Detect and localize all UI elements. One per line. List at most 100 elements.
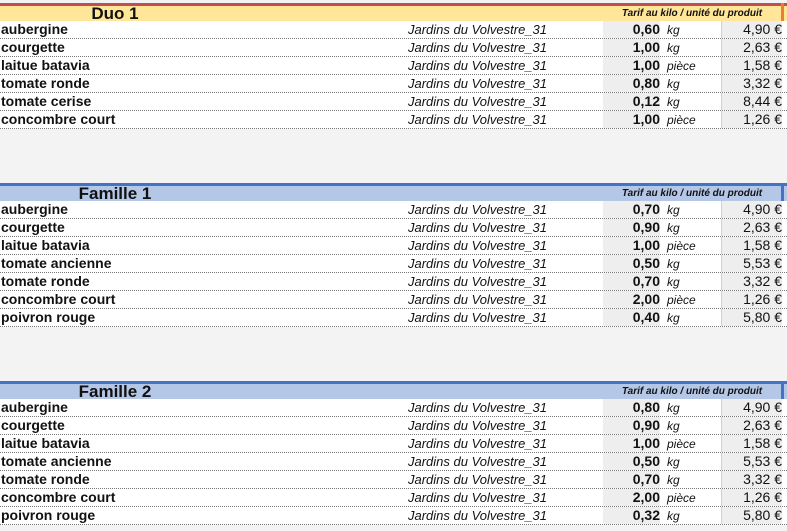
quantity-cell[interactable]: 0,90 xyxy=(603,219,660,236)
quantity-cell[interactable]: 0,80 xyxy=(603,399,660,416)
product-name: courgette xyxy=(1,417,65,433)
producer-name: Jardins du Volvestre_31 xyxy=(408,202,547,217)
quantity-cell[interactable]: 0,50 xyxy=(603,453,660,470)
quantity-cell[interactable]: 0,32 xyxy=(603,507,660,524)
producer-name: Jardins du Volvestre_31 xyxy=(408,220,547,235)
table-row[interactable]: tomate ronde Jardins du Volvestre_31 0,7… xyxy=(0,273,787,291)
table-row[interactable]: courgette Jardins du Volvestre_31 0,90 k… xyxy=(0,417,787,435)
price-cell: 5,53 € xyxy=(721,255,782,272)
section-header[interactable]: Duo 1 Tarif au kilo / unité du produit xyxy=(0,3,787,23)
table-row[interactable]: courgette Jardins du Volvestre_31 1,00 k… xyxy=(0,39,787,57)
product-name: laitue batavia xyxy=(1,57,90,73)
price-cell: 4,90 € xyxy=(721,399,782,416)
unit-label: kg xyxy=(667,509,680,523)
unit-label: pièce xyxy=(667,491,696,505)
table-row[interactable]: poivron rouge Jardins du Volvestre_31 0,… xyxy=(0,507,787,525)
quantity-cell[interactable]: 0,12 xyxy=(603,93,660,110)
quantity-cell[interactable]: 0,50 xyxy=(603,255,660,272)
producer-name: Jardins du Volvestre_31 xyxy=(408,112,547,127)
table-row[interactable]: concombre court Jardins du Volvestre_31 … xyxy=(0,291,787,309)
producer-name: Jardins du Volvestre_31 xyxy=(408,76,547,91)
quantity-cell[interactable]: 0,90 xyxy=(603,417,660,434)
quantity-cell[interactable]: 0,60 xyxy=(603,21,660,38)
unit-label: pièce xyxy=(667,293,696,307)
producer-name: Jardins du Volvestre_31 xyxy=(408,310,547,325)
section-title: Famille 1 xyxy=(78,184,152,203)
unit-label: kg xyxy=(667,401,680,415)
table-row[interactable]: courgette Jardins du Volvestre_31 0,90 k… xyxy=(0,219,787,237)
price-cell: 1,26 € xyxy=(721,111,782,128)
product-name: courgette xyxy=(1,219,65,235)
unit-label: kg xyxy=(667,257,680,271)
quantity-cell[interactable]: 1,00 xyxy=(603,237,660,254)
price-cell: 3,32 € xyxy=(721,273,782,290)
tarif-label: Tarif au kilo / unité du produit xyxy=(621,188,763,199)
table-row[interactable]: tomate cerise Jardins du Volvestre_31 0,… xyxy=(0,93,787,111)
producer-name: Jardins du Volvestre_31 xyxy=(408,508,547,523)
section-title: Duo 1 xyxy=(91,4,139,23)
price-cell: 1,58 € xyxy=(721,57,782,74)
section-duo-1: Duo 1 Tarif au kilo / unité du produit a… xyxy=(0,3,787,129)
producer-name: Jardins du Volvestre_31 xyxy=(408,400,547,415)
table-row[interactable]: poivron rouge Jardins du Volvestre_31 0,… xyxy=(0,309,787,327)
quantity-cell[interactable]: 2,00 xyxy=(603,291,660,308)
price-cell: 2,63 € xyxy=(721,417,782,434)
unit-label: kg xyxy=(667,23,680,37)
table-row[interactable]: concombre court Jardins du Volvestre_31 … xyxy=(0,111,787,129)
table-row[interactable]: tomate ronde Jardins du Volvestre_31 0,8… xyxy=(0,75,787,93)
quantity-cell[interactable]: 1,00 xyxy=(603,57,660,74)
table-row[interactable]: laitue batavia Jardins du Volvestre_31 1… xyxy=(0,237,787,255)
unit-label: kg xyxy=(667,95,680,109)
product-name: tomate ronde xyxy=(1,75,90,91)
product-name: poivron rouge xyxy=(1,507,96,523)
quantity-cell[interactable]: 0,80 xyxy=(603,75,660,92)
table-row[interactable]: laitue batavia Jardins du Volvestre_31 1… xyxy=(0,435,787,453)
unit-label: kg xyxy=(667,455,680,469)
table-row[interactable]: tomate ancienne Jardins du Volvestre_31 … xyxy=(0,255,787,273)
table-row[interactable]: concombre court Jardins du Volvestre_31 … xyxy=(0,489,787,507)
section-header[interactable]: Famille 2 Tarif au kilo / unité du produ… xyxy=(0,381,787,400)
unit-label: kg xyxy=(667,419,680,433)
producer-name: Jardins du Volvestre_31 xyxy=(408,436,547,451)
table-row[interactable]: aubergine Jardins du Volvestre_31 0,80 k… xyxy=(0,399,787,417)
quantity-cell[interactable]: 0,70 xyxy=(603,471,660,488)
quantity-cell[interactable]: 0,40 xyxy=(603,309,660,326)
producer-name: Jardins du Volvestre_31 xyxy=(408,94,547,109)
product-name: tomate ancienne xyxy=(1,453,112,469)
table-row[interactable]: tomate ronde Jardins du Volvestre_31 0,7… xyxy=(0,471,787,489)
quantity-cell[interactable]: 0,70 xyxy=(603,201,660,218)
quantity-cell[interactable]: 1,00 xyxy=(603,111,660,128)
product-name: courgette xyxy=(1,39,65,55)
product-name: tomate ronde xyxy=(1,471,90,487)
product-name: aubergine xyxy=(1,201,68,217)
table-row[interactable]: tomate ancienne Jardins du Volvestre_31 … xyxy=(0,453,787,471)
table-row[interactable]: laitue batavia Jardins du Volvestre_31 1… xyxy=(0,57,787,75)
unit-label: kg xyxy=(667,311,680,325)
tarif-label: Tarif au kilo / unité du produit xyxy=(621,8,763,19)
product-name: concombre court xyxy=(1,489,116,505)
quantity-cell[interactable]: 0,70 xyxy=(603,273,660,290)
product-name: tomate ronde xyxy=(1,273,90,289)
quantity-cell[interactable]: 1,00 xyxy=(603,39,660,56)
product-name: laitue batavia xyxy=(1,237,90,253)
producer-name: Jardins du Volvestre_31 xyxy=(408,22,547,37)
unit-label: pièce xyxy=(667,113,696,127)
price-cell: 5,80 € xyxy=(721,309,782,326)
price-cell: 5,53 € xyxy=(721,453,782,470)
section-header[interactable]: Famille 1 Tarif au kilo / unité du produ… xyxy=(0,183,787,203)
product-name: tomate ancienne xyxy=(1,255,112,271)
table-row[interactable]: aubergine Jardins du Volvestre_31 0,60 k… xyxy=(0,21,787,39)
producer-name: Jardins du Volvestre_31 xyxy=(408,274,547,289)
quantity-cell[interactable]: 2,00 xyxy=(603,489,660,506)
product-name: poivron rouge xyxy=(1,309,96,325)
unit-label: kg xyxy=(667,221,680,235)
unit-label: pièce xyxy=(667,59,696,73)
producer-name: Jardins du Volvestre_31 xyxy=(408,454,547,469)
section-famille-2: Famille 2 Tarif au kilo / unité du produ… xyxy=(0,381,787,525)
price-cell: 1,58 € xyxy=(721,237,782,254)
quantity-cell[interactable]: 1,00 xyxy=(603,435,660,452)
product-name: tomate cerise xyxy=(1,93,92,109)
price-cell: 8,44 € xyxy=(721,93,782,110)
table-row[interactable]: aubergine Jardins du Volvestre_31 0,70 k… xyxy=(0,201,787,219)
unit-label: kg xyxy=(667,275,680,289)
